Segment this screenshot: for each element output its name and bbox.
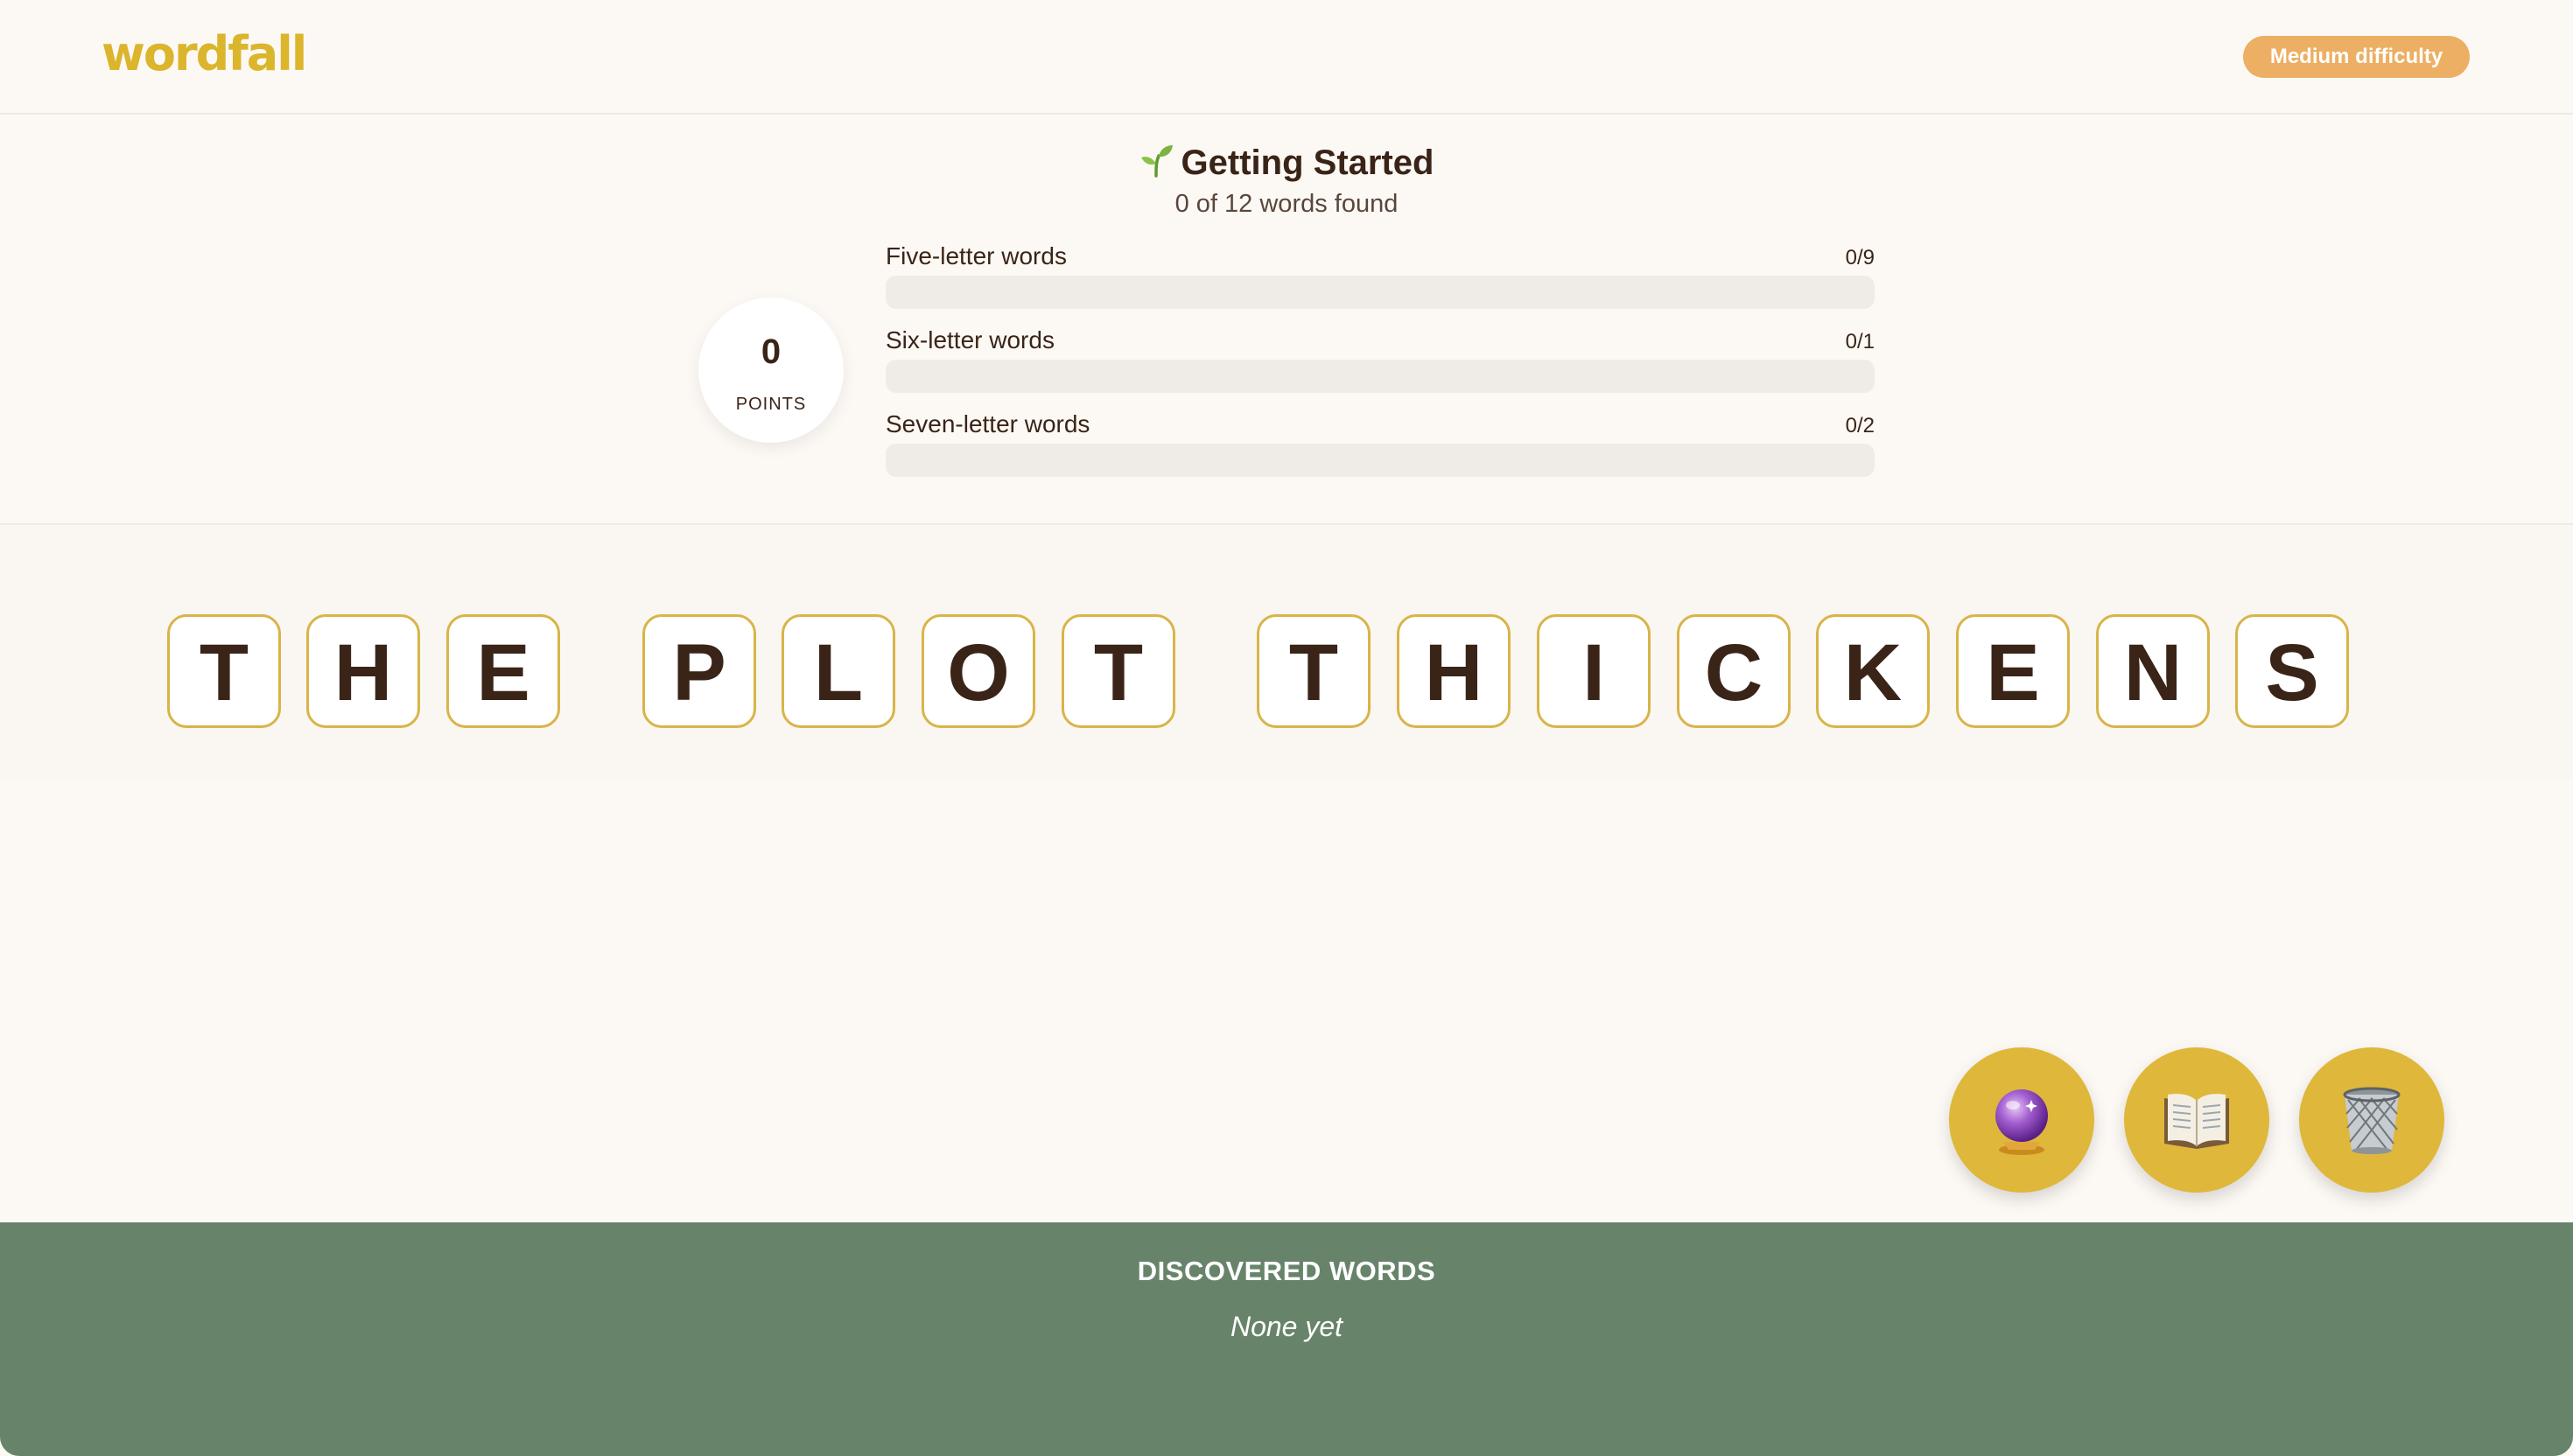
letter-tile[interactable]: K — [1816, 614, 1930, 728]
discovered-words-empty: None yet — [1230, 1311, 1343, 1342]
letter-tile[interactable]: E — [1956, 614, 2070, 728]
letter-tile[interactable]: H — [306, 614, 420, 728]
rank-title: Getting Started — [0, 143, 2573, 186]
progress-label: Six-letter words — [886, 326, 1055, 354]
letter-tile[interactable]: C — [1677, 614, 1791, 728]
progress-bar — [886, 444, 1875, 477]
letter-tile[interactable]: N — [2096, 614, 2210, 728]
letter-tile[interactable]: I — [1537, 614, 1651, 728]
letter-tile[interactable]: T — [1062, 614, 1175, 728]
rank-label: Getting Started — [1181, 144, 1434, 182]
clear-button[interactable] — [2299, 1047, 2444, 1193]
letter-tiles: T H E P L O T T H I C K E N S — [0, 526, 2573, 780]
discovered-words-title: DISCOVERED WORDS — [1137, 1256, 1436, 1286]
letter-tile[interactable]: O — [922, 614, 1035, 728]
dictionary-button[interactable] — [2124, 1047, 2269, 1193]
words-found-count: 0 of 12 words found — [1174, 190, 1399, 218]
points-badge: 0 POINTS — [698, 298, 844, 443]
progress-panel: Getting Started 0 of 12 words found 0 PO… — [0, 115, 2573, 525]
difficulty-badge: Medium difficulty — [2243, 36, 2470, 78]
letter-tile[interactable]: T — [1257, 614, 1371, 728]
progress-row-seven: Seven-letter words 0/2 — [886, 410, 1875, 494]
progress-bar — [886, 276, 1875, 309]
progress-bar — [886, 360, 1875, 393]
letter-tile[interactable]: P — [642, 614, 756, 728]
letter-tile[interactable]: S — [2235, 614, 2349, 728]
letter-tile[interactable]: L — [782, 614, 895, 728]
wastebasket-icon — [2343, 1087, 2401, 1154]
points-label: POINTS — [735, 395, 807, 414]
game-window: wordfall Medium difficulty Getting Start… — [0, 0, 2573, 1456]
letter-tile[interactable]: E — [446, 614, 560, 728]
progress-row-five: Five-letter words 0/9 — [886, 242, 1875, 326]
progress-count: 0/1 — [1845, 330, 1875, 354]
progress-label: Seven-letter words — [886, 410, 1090, 438]
open-book-icon — [2164, 1094, 2229, 1149]
progress-count: 0/9 — [1845, 246, 1875, 270]
progress-row-six: Six-letter words 0/1 — [886, 326, 1875, 410]
header: wordfall Medium difficulty — [0, 0, 2573, 115]
discovered-words-panel: DISCOVERED WORDS None yet — [0, 1222, 2573, 1456]
sprout-icon — [1139, 143, 1174, 186]
letter-tile[interactable]: H — [1397, 614, 1511, 728]
hint-button[interactable] — [1949, 1047, 2094, 1193]
progress-count: 0/2 — [1845, 414, 1875, 438]
crystal-ball-icon — [1995, 1089, 2048, 1155]
progress-label: Five-letter words — [886, 242, 1067, 270]
word-length-progress: Five-letter words 0/9 Six-letter words 0… — [886, 242, 1875, 494]
logo[interactable]: wordfall — [102, 26, 307, 81]
points-value: 0 — [761, 332, 782, 371]
letter-tile[interactable]: T — [167, 614, 281, 728]
